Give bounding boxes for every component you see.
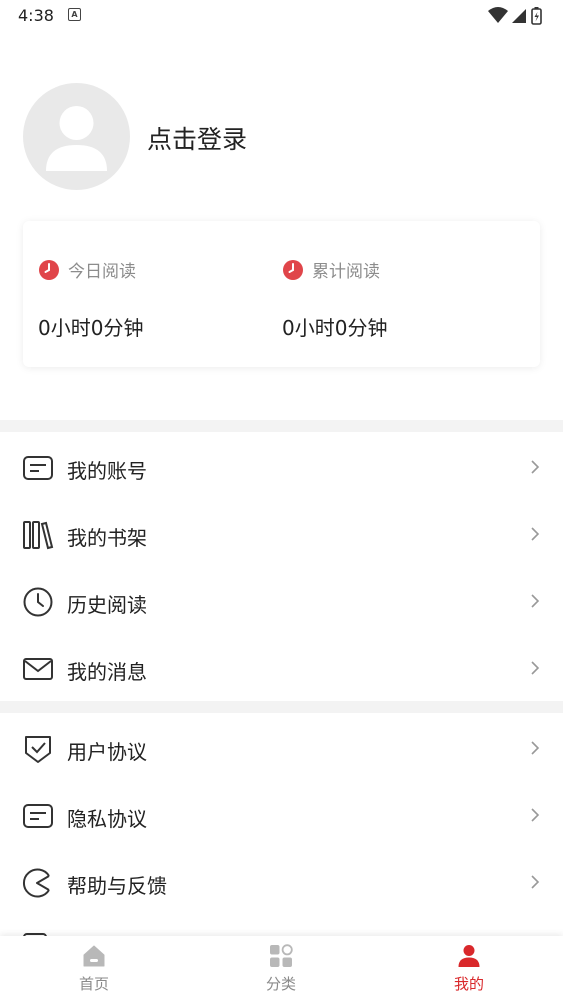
total-reading-stat: 累计阅读 0小时0分钟 bbox=[282, 257, 387, 341]
chevron-right-icon bbox=[531, 527, 540, 541]
menu-item-user-agreement[interactable]: 用户协议 bbox=[0, 714, 563, 780]
nav-tab-home[interactable]: 首页 bbox=[24, 936, 164, 1000]
menu-item-privacy-policy[interactable]: 隐私协议 bbox=[0, 781, 563, 847]
section-divider bbox=[0, 420, 563, 432]
chevron-right-icon bbox=[531, 594, 540, 608]
home-icon bbox=[83, 945, 105, 967]
today-reading-stat: 今日阅读 0小时0分钟 bbox=[38, 257, 143, 341]
wifi-icon bbox=[488, 7, 508, 23]
menu-item-bookshelf[interactable]: 我的书架 bbox=[0, 500, 563, 566]
help-feedback-icon bbox=[23, 868, 50, 898]
category-icon bbox=[270, 944, 293, 967]
menu-item-my-account[interactable]: 我的账号 bbox=[0, 433, 563, 499]
chevron-right-icon bbox=[531, 875, 540, 889]
menu-item-history[interactable]: 历史阅读 bbox=[0, 567, 563, 633]
menu-label: 隐私协议 bbox=[67, 807, 147, 831]
menu-label: 历史阅读 bbox=[67, 593, 147, 617]
nav-label: 分类 bbox=[265, 975, 296, 993]
notification-icon: A bbox=[68, 8, 81, 21]
nav-tab-category[interactable]: 分类 bbox=[211, 936, 351, 1000]
profile-icon bbox=[458, 945, 480, 967]
clock-badge-icon bbox=[39, 259, 59, 280]
bottom-nav: 首页 分类 我的 bbox=[0, 936, 563, 1000]
menu-label: 用户协议 bbox=[67, 740, 147, 764]
total-reading-label: 累计阅读 bbox=[312, 262, 380, 282]
total-reading-value: 0小时0分钟 bbox=[282, 316, 388, 340]
chevron-right-icon bbox=[531, 661, 540, 675]
status-icons bbox=[487, 6, 547, 30]
user-placeholder-icon bbox=[46, 106, 107, 171]
menu-label: 我的账号 bbox=[67, 459, 147, 483]
menu-item-messages[interactable]: 我的消息 bbox=[0, 634, 563, 700]
today-reading-label: 今日阅读 bbox=[68, 262, 136, 282]
nav-tab-mine[interactable]: 我的 bbox=[399, 936, 539, 1000]
login-link[interactable]: 点击登录 bbox=[147, 120, 247, 156]
nav-label: 我的 bbox=[453, 975, 484, 993]
today-reading-value: 0小时0分钟 bbox=[38, 316, 144, 340]
account-card-icon bbox=[23, 456, 53, 480]
nav-label: 首页 bbox=[78, 975, 109, 993]
reading-stats-card: 今日阅读 0小时0分钟 累计阅读 0小时0分钟 bbox=[23, 221, 540, 367]
menu-label: 我的书架 bbox=[67, 526, 147, 550]
menu-item-help-feedback[interactable]: 帮助与反馈 bbox=[0, 848, 563, 914]
status-bar: 4:38 A bbox=[0, 0, 563, 32]
status-time: 4:38 bbox=[18, 6, 54, 25]
signal-icon bbox=[512, 9, 526, 23]
chevron-right-icon bbox=[531, 741, 540, 755]
menu-label: 我的消息 bbox=[67, 660, 147, 684]
clock-icon bbox=[23, 587, 53, 617]
bookshelf-icon bbox=[23, 521, 54, 550]
chevron-right-icon bbox=[531, 808, 540, 822]
clock-badge-icon bbox=[283, 259, 303, 280]
menu-label: 帮助与反馈 bbox=[67, 874, 167, 898]
battery-icon bbox=[531, 7, 542, 25]
avatar[interactable] bbox=[23, 83, 130, 190]
mail-icon bbox=[23, 658, 53, 680]
chevron-right-icon bbox=[531, 460, 540, 474]
privacy-card-icon bbox=[23, 804, 53, 828]
shield-check-icon bbox=[25, 736, 51, 763]
section-divider bbox=[0, 701, 563, 713]
